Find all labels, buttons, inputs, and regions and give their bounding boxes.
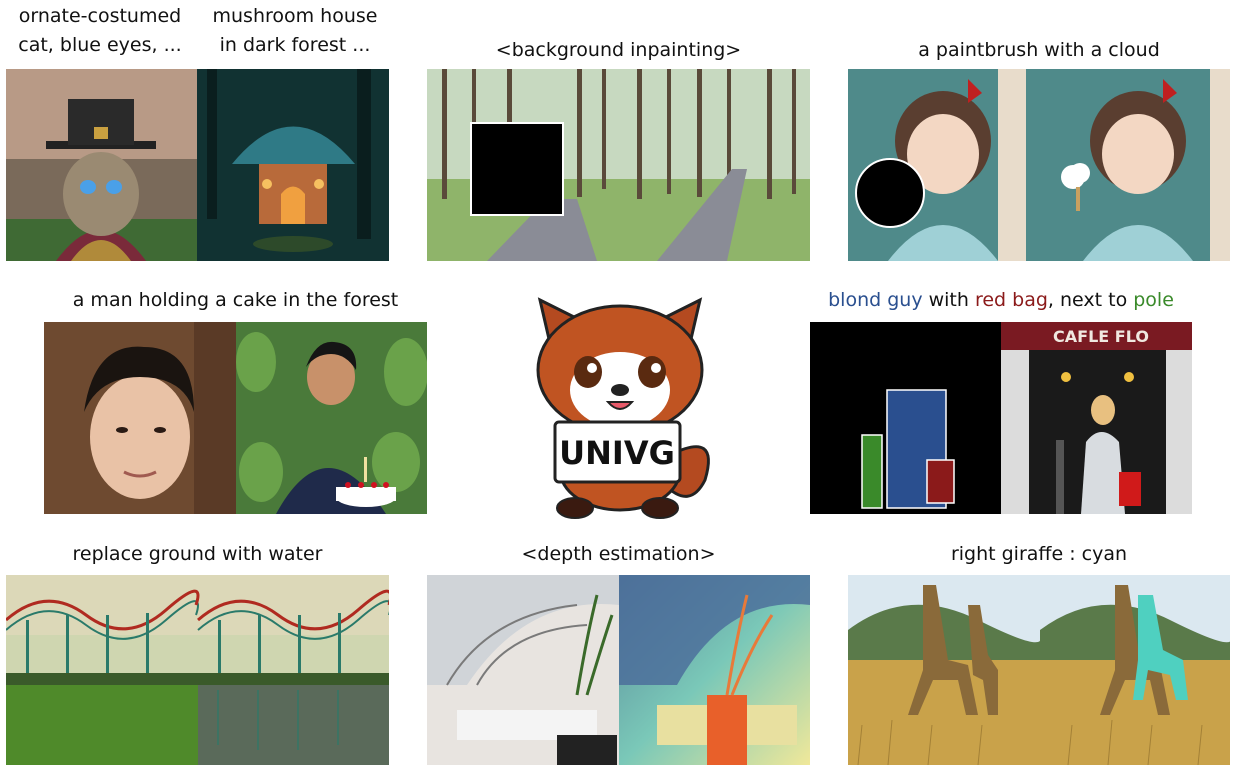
mushroom-caption-line2: in dark forest ... xyxy=(219,34,371,56)
man-portrait-image xyxy=(44,322,236,514)
storefront-sign: CAFLE FLO xyxy=(1053,327,1149,346)
red-panda-logo: UNIVG xyxy=(520,280,720,520)
layout-caption-next-to: , next to xyxy=(1047,289,1134,311)
giraffe-caption: right giraffe : cyan xyxy=(950,543,1128,565)
logo-text: UNIVG xyxy=(559,434,675,472)
man-cake-forest-image xyxy=(236,322,427,514)
layout-boxes-image xyxy=(810,322,1001,514)
inpaint-caption: <background inpainting> xyxy=(495,39,742,61)
girl-paintbrush-image xyxy=(848,69,1230,261)
layout-caption: blond guy with red bag, next to pole xyxy=(810,286,1192,314)
cake-caption: a man holding a cake in the forest xyxy=(72,289,399,311)
storefront-image: CAFLE FLO xyxy=(1001,322,1192,514)
cat-caption-line2: cat, blue eyes, ... xyxy=(18,34,182,56)
depth-caption: <depth estimation> xyxy=(521,543,716,565)
layout-caption-with: with xyxy=(922,289,975,311)
water-caption: replace ground with water xyxy=(72,543,323,565)
paintbrush-caption: a paintbrush with a cloud xyxy=(918,39,1160,61)
layout-caption-blond-guy: blond guy xyxy=(828,289,923,311)
roller-coaster-water-image xyxy=(6,575,389,765)
cat-caption-line1: ornate-costumed xyxy=(18,5,182,27)
layout-caption-red-bag: red bag xyxy=(974,289,1048,311)
forest-path-image xyxy=(427,69,810,261)
interior-depth-image xyxy=(427,575,810,765)
mushroom-house-image xyxy=(197,69,389,261)
giraffe-image xyxy=(848,575,1230,765)
layout-caption-pole: pole xyxy=(1133,289,1174,311)
cat-image xyxy=(6,69,197,261)
mushroom-caption-line1: mushroom house xyxy=(212,5,378,27)
